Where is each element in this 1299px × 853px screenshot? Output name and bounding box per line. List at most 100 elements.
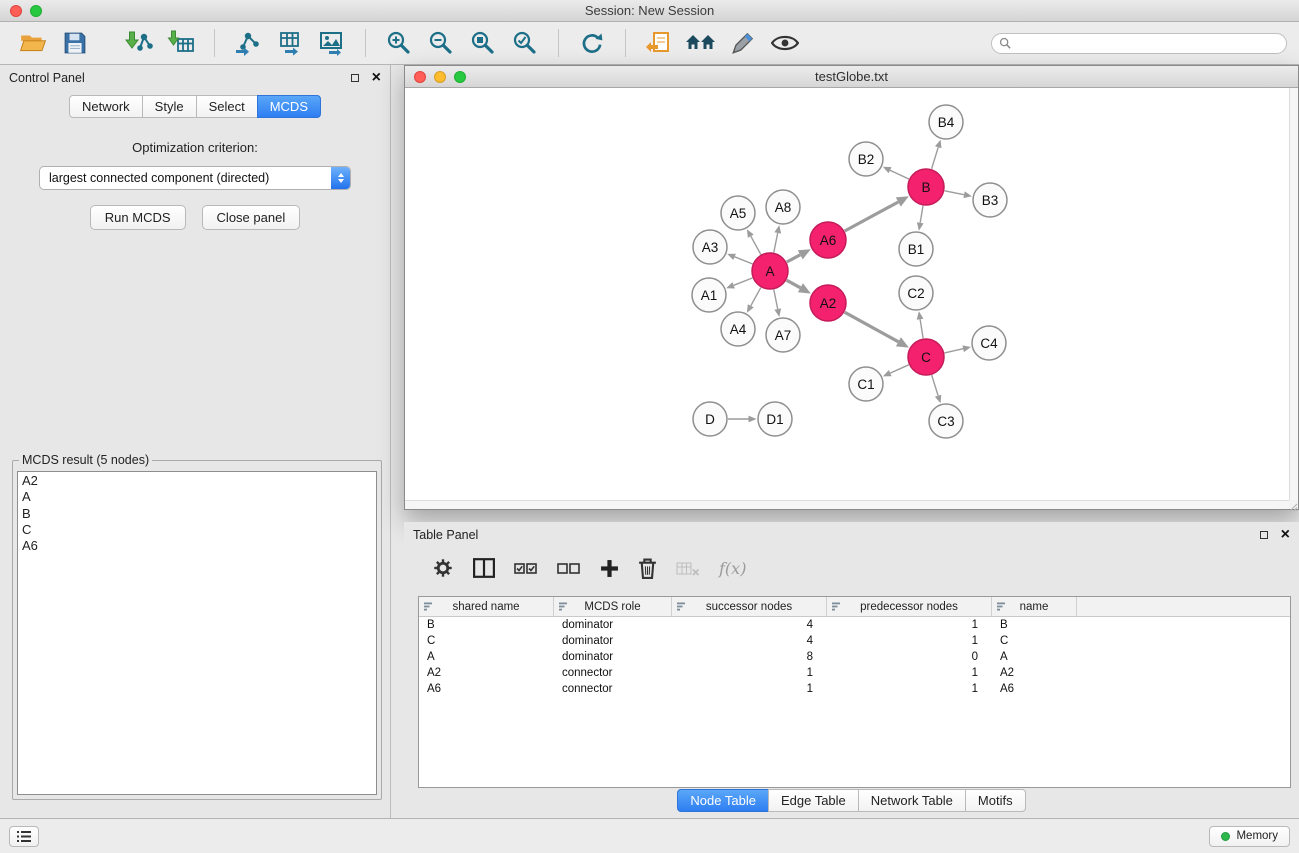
graph-edge-B-B4[interactable] <box>932 147 939 169</box>
graph-edge-arrowhead <box>935 140 942 149</box>
graph-edge-B-B1[interactable] <box>920 206 923 223</box>
table-row[interactable]: Adominator80A <box>419 649 1290 665</box>
table-tab-motifs[interactable]: Motifs <box>965 789 1026 812</box>
mcds-result-item[interactable]: A <box>22 489 372 505</box>
search-input[interactable] <box>1015 36 1279 50</box>
task-history-button[interactable] <box>9 826 39 847</box>
eye-icon <box>771 33 799 53</box>
graph-edge-A2-C[interactable] <box>845 312 899 342</box>
table-row[interactable]: Cdominator41C <box>419 633 1290 649</box>
graph-edge-C-C2[interactable] <box>920 319 923 338</box>
table-row[interactable]: A6connector11A6 <box>419 681 1290 697</box>
float-panel-icon[interactable] <box>351 74 359 82</box>
close-table-panel-icon[interactable]: × <box>1281 530 1290 540</box>
network-canvas[interactable]: B4B2BB3A8A5A6A3B1AC2A1A2A4A7C4CC1DD1C3 <box>405 88 1289 500</box>
close-panel-button[interactable]: Close panel <box>202 205 301 230</box>
mcds-result-item[interactable]: B <box>22 506 372 522</box>
zoom-network-button[interactable] <box>454 71 466 83</box>
add-row-button[interactable] <box>600 559 619 578</box>
column-header-successor-nodes[interactable]: successor nodes <box>672 597 827 616</box>
table-row[interactable]: A2connector11A2 <box>419 665 1290 681</box>
graph-node-label-A7: A7 <box>775 328 792 343</box>
clear-table-button[interactable] <box>676 560 700 577</box>
mcds-result-item[interactable]: A2 <box>22 473 372 489</box>
table-cell: A <box>992 649 1077 665</box>
show-hide-details-button[interactable] <box>768 26 802 60</box>
network-document-icon <box>646 30 672 56</box>
graph-edge-A-A5[interactable] <box>751 236 761 254</box>
optimization-criterion-select[interactable]: largest connected component (directed) <box>39 166 351 190</box>
graph-edge-A-A2[interactable] <box>787 280 801 288</box>
search-box[interactable] <box>991 33 1287 54</box>
column-header-MCDS-role[interactable]: MCDS role <box>554 597 672 616</box>
delete-rows-button[interactable] <box>638 558 657 579</box>
graph-edge-A-A6[interactable] <box>787 255 800 262</box>
graph-edge-C-C4[interactable] <box>945 349 964 353</box>
close-network-button[interactable] <box>414 71 426 83</box>
graph-edge-A-A7[interactable] <box>774 290 778 309</box>
show-columns-button[interactable] <box>473 558 495 578</box>
graph-edge-C-C1[interactable] <box>890 365 909 373</box>
graph-edge-C-C3[interactable] <box>932 375 938 396</box>
network-vertical-scrollbar[interactable] <box>1289 88 1298 500</box>
open-folder-icon <box>19 31 47 55</box>
new-network-button[interactable] <box>231 26 265 60</box>
graph-edge-A6-B[interactable] <box>845 202 899 231</box>
zoom-selected-button[interactable] <box>508 26 542 60</box>
toolbar-separator <box>214 29 215 57</box>
table-cell: C <box>419 633 554 649</box>
graph-node-label-D: D <box>705 412 715 427</box>
main-toolbar <box>0 22 1299 65</box>
column-header-name[interactable]: name <box>992 597 1077 616</box>
deselect-all-icon <box>557 562 581 575</box>
table-tab-edge-table[interactable]: Edge Table <box>768 789 859 812</box>
mcds-result-item[interactable]: C <box>22 522 372 538</box>
graphics-brush-button[interactable] <box>726 26 760 60</box>
float-table-panel-icon[interactable] <box>1260 531 1268 539</box>
save-session-button[interactable] <box>58 26 92 60</box>
table-tab-node-table[interactable]: Node Table <box>677 789 769 812</box>
control-tab-network[interactable]: Network <box>69 95 143 118</box>
graph-edge-B-B2[interactable] <box>890 170 909 179</box>
graph-edge-B-B3[interactable] <box>945 191 964 195</box>
table-row[interactable]: Bdominator41B <box>419 617 1290 633</box>
deselect-all-rows-button[interactable] <box>557 562 581 575</box>
zoom-in-button[interactable] <box>382 26 416 60</box>
import-table-button[interactable] <box>164 26 198 60</box>
graph-edge-A-A8[interactable] <box>774 233 778 252</box>
table-tab-network-table[interactable]: Network Table <box>858 789 966 812</box>
apply-layout-button[interactable] <box>575 26 609 60</box>
open-session-button[interactable] <box>16 26 50 60</box>
run-mcds-button[interactable]: Run MCDS <box>90 205 186 230</box>
close-panel-icon[interactable]: × <box>372 73 381 83</box>
select-all-rows-button[interactable] <box>514 562 538 575</box>
graph-edge-A-A4[interactable] <box>751 288 761 306</box>
function-builder-button[interactable]: f(x) <box>719 559 746 578</box>
network-horizontal-scrollbar[interactable] <box>405 500 1289 509</box>
new-table-button[interactable] <box>273 26 307 60</box>
zoom-fit-button[interactable] <box>466 26 500 60</box>
table-cell: 1 <box>672 681 827 697</box>
column-header-predecessor-nodes[interactable]: predecessor nodes <box>827 597 992 616</box>
resize-grip-icon[interactable] <box>1289 500 1298 509</box>
network-overview-button[interactable] <box>684 26 718 60</box>
table-settings-button[interactable] <box>432 557 454 579</box>
control-tab-mcds[interactable]: MCDS <box>257 95 321 118</box>
close-window-button[interactable] <box>10 5 22 17</box>
column-header-shared-name[interactable]: shared name <box>419 597 554 616</box>
list-icon <box>17 831 31 842</box>
export-image-button[interactable] <box>315 26 349 60</box>
import-network-button[interactable] <box>122 26 156 60</box>
zoom-out-button[interactable] <box>424 26 458 60</box>
minimize-network-button[interactable] <box>434 71 446 83</box>
memory-status-icon <box>1221 832 1230 841</box>
open-network-document-button[interactable] <box>642 26 676 60</box>
control-tab-style[interactable]: Style <box>142 95 197 118</box>
graph-edge-A-A3[interactable] <box>735 257 753 264</box>
memory-button[interactable]: Memory <box>1209 826 1290 847</box>
network-window-titlebar[interactable]: testGlobe.txt <box>405 66 1298 88</box>
control-tab-select[interactable]: Select <box>196 95 258 118</box>
mcds-result-item[interactable]: A6 <box>22 538 372 554</box>
zoom-window-button[interactable] <box>30 5 42 17</box>
graph-edge-A-A1[interactable] <box>734 278 753 285</box>
